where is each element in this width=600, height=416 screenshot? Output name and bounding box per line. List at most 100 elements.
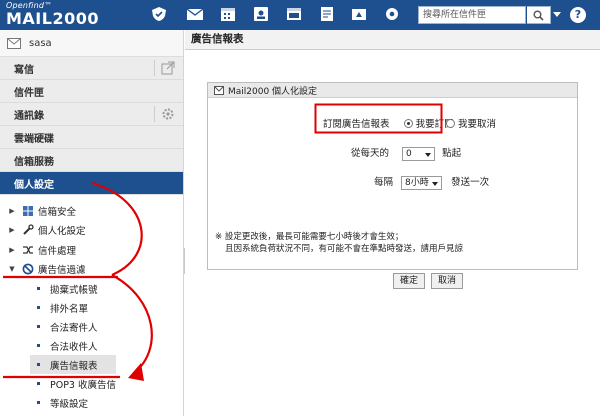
divider	[154, 106, 155, 122]
sub-label: 拋棄式帳號	[50, 284, 98, 296]
interval-prefix: 每隔	[374, 177, 394, 188]
subitem-disposable-account[interactable]: 拋棄式帳號	[0, 279, 183, 298]
mail-icon	[214, 85, 224, 95]
sub-label: 排外名單	[50, 303, 89, 315]
note-line-2: 且因系統負荷狀況不同，有可能不會在準點時發送，請用戶見諒	[225, 244, 464, 254]
search-button[interactable]	[527, 6, 551, 24]
user-row: sasa	[0, 30, 183, 57]
cancel-button[interactable]: 取消	[431, 273, 463, 289]
lock-grid-icon	[23, 205, 33, 216]
sub-label: 合法寄件人	[50, 322, 98, 334]
calendar-icon[interactable]	[219, 6, 237, 22]
subitem-level-settings[interactable]: 等級設定	[0, 393, 183, 412]
tree-item-spam-filter[interactable]: ▼ 廣告信過濾	[0, 260, 183, 280]
tree-item-mailbox-security[interactable]: ▶ 信箱安全	[0, 201, 183, 221]
caret-right-icon: ▶	[9, 206, 15, 215]
confirm-button[interactable]: 確定	[393, 273, 425, 289]
radio-button[interactable]	[446, 119, 455, 128]
tree-item-personalize[interactable]: ▶ 個人化設定	[0, 221, 183, 241]
settings-icon[interactable]	[383, 6, 401, 22]
sub-label: 廣告信報表	[50, 360, 98, 372]
interval-row: 每隔 8小時 發送一次	[374, 174, 489, 190]
panel-title: Mail2000 個人化設定	[228, 86, 318, 97]
settings-panel: Mail2000 個人化設定 訂閱廣告信報表 我要訂閱 我要取消 從每天的 0 …	[207, 82, 578, 270]
logo[interactable]: Openfind™ MAIL2000	[6, 2, 99, 27]
tree-label: 個人化設定	[38, 226, 86, 238]
nav-label: 信箱服務	[14, 156, 54, 168]
tree-item-mail-handling[interactable]: ▶ 信件處理	[0, 240, 183, 260]
chevron-down-icon	[432, 181, 439, 186]
interval-select[interactable]: 8小時	[401, 175, 443, 190]
help-icon[interactable]: ?	[570, 7, 586, 23]
bullet	[37, 306, 40, 309]
nav-cloud-drive[interactable]: 雲端硬碟	[0, 126, 183, 149]
cloud-drive-icon[interactable]	[350, 6, 368, 22]
note-icon[interactable]	[318, 6, 336, 22]
page-title: 廣告信報表	[185, 30, 600, 50]
subitem-pop3-spam[interactable]: POP3 收廣告信	[0, 374, 183, 393]
note-line-1: ※ 設定更改後，最長可能需要七小時後才會生效；	[215, 232, 404, 242]
nav-label: 寫信	[14, 64, 34, 76]
search-icon	[533, 10, 544, 21]
address-book-icon[interactable]	[252, 6, 270, 22]
nav-personal-settings[interactable]: 個人設定	[0, 172, 183, 195]
bullet	[37, 401, 40, 404]
bullet	[37, 382, 40, 385]
caret-down-icon: ▼	[9, 265, 15, 274]
subscribe-label: 訂閱廣告信報表	[323, 119, 390, 130]
daily-prefix: 從每天的	[351, 148, 390, 159]
panel-header: Mail2000 個人化設定	[208, 83, 577, 98]
gear-icon[interactable]	[161, 107, 175, 121]
caret-right-icon: ▶	[9, 226, 15, 235]
hour-value: 0	[406, 148, 412, 159]
daily-row: 從每天的 0 點起	[351, 145, 461, 161]
chevron-down-icon[interactable]	[553, 12, 561, 17]
nav-label: 信件匣	[14, 87, 44, 99]
shield-icon[interactable]	[150, 6, 168, 22]
subitem-blocklist[interactable]: 排外名單	[0, 298, 183, 317]
nav-compose[interactable]: 寫信	[0, 57, 183, 80]
radio-button[interactable]	[403, 119, 413, 128]
envelope-icon	[7, 37, 21, 49]
logo-name: MAIL2000	[6, 9, 99, 28]
tools-icon	[23, 224, 34, 235]
nav-label: 通訊錄	[14, 110, 44, 122]
bullet	[37, 363, 40, 366]
tree-label: 廣告信過濾	[38, 265, 86, 277]
subitem-spam-report[interactable]: 廣告信報表	[30, 355, 116, 374]
sub-label: 合法收件人	[50, 341, 98, 353]
sub-label: 等級設定	[50, 398, 89, 410]
bullet	[37, 325, 40, 328]
bullet	[37, 287, 40, 290]
sub-label: POP3 收廣告信	[50, 379, 116, 391]
user-name: sasa	[29, 37, 52, 49]
interval-value: 8小時	[405, 177, 429, 188]
divider	[154, 60, 155, 76]
nav-contacts[interactable]: 通訊錄	[0, 103, 183, 126]
sidebar: sasa 寫信 信件匣 通訊錄 雲端硬碟 信箱服務 個人設定 ▶ 信箱安全 ▶ …	[0, 30, 184, 416]
nav-label: 個人設定	[14, 179, 54, 191]
settings-tree: ▶ 信箱安全 ▶ 個人化設定 ▶ 信件處理 ▼ 廣告信過濾 拋棄式帳號 排外名單…	[0, 195, 183, 412]
subitem-legal-sender[interactable]: 合法寄件人	[0, 317, 183, 336]
bullet	[37, 344, 40, 347]
interval-suffix: 發送一次	[451, 177, 490, 188]
nav-mail-services[interactable]: 信箱服務	[0, 149, 183, 172]
radio-cancel[interactable]: 我要取消	[446, 116, 496, 130]
chevron-down-icon	[425, 152, 432, 157]
window-icon[interactable]	[285, 6, 303, 22]
search-input[interactable]: 搜尋所在信件匣	[418, 6, 526, 24]
tree-label: 信箱安全	[38, 206, 77, 218]
subscribe-row: 訂閱廣告信報表 我要訂閱	[323, 116, 454, 130]
tree-label: 信件處理	[38, 245, 77, 257]
nav-mailbox[interactable]: 信件匣	[0, 80, 183, 103]
hour-select[interactable]: 0	[402, 146, 436, 161]
shuffle-icon	[23, 246, 33, 254]
main-content: 廣告信報表 Mail2000 個人化設定 訂閱廣告信報表 我要訂閱 我要取消 從…	[185, 30, 600, 416]
nav-label: 雲端硬碟	[14, 133, 54, 145]
radio-cancel-label: 我要取消	[458, 119, 497, 130]
subitem-legal-recipient[interactable]: 合法收件人	[0, 336, 183, 355]
mail-icon[interactable]	[186, 6, 204, 22]
caret-right-icon: ▶	[9, 245, 15, 254]
external-link-icon[interactable]	[161, 61, 175, 75]
daily-suffix: 點起	[442, 148, 462, 159]
